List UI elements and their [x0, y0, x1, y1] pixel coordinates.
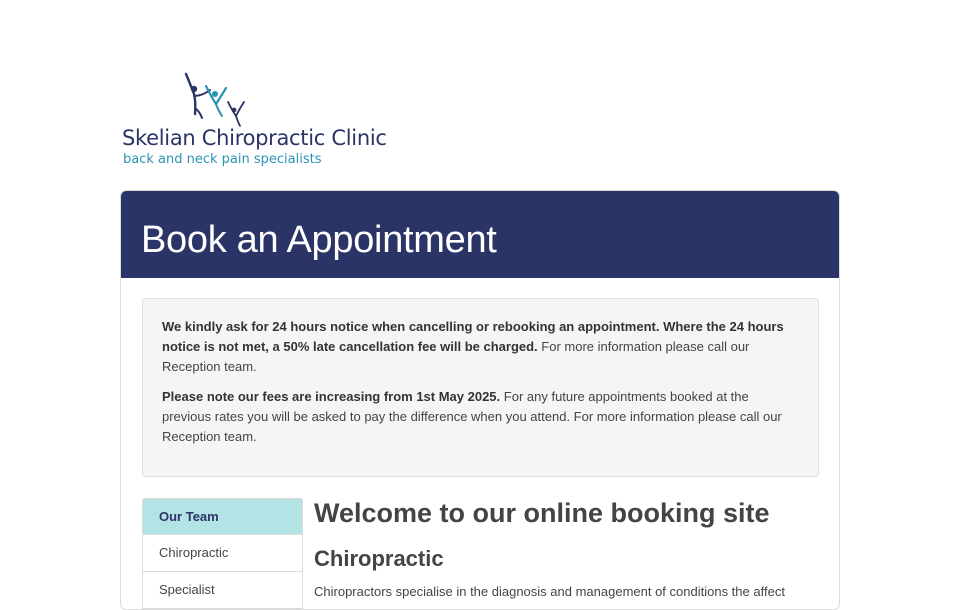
clinic-logo[interactable]: Skelian Chiropractic Clinic back and nec… — [120, 72, 387, 172]
panel-header: Book an Appointment — [121, 191, 839, 278]
booking-panel: Book an Appointment We kindly ask for 24… — [120, 190, 840, 610]
fee-increase-notice-bold: Please note our fees are increasing from… — [162, 389, 501, 404]
page-title: Book an Appointment — [141, 219, 497, 261]
nav-item-our-team[interactable]: Our Team — [142, 498, 303, 535]
section-description: Chiropractors specialise in the diagnosi… — [314, 584, 785, 599]
notice-box: We kindly ask for 24 hours notice when c… — [142, 298, 819, 477]
welcome-heading: Welcome to our online booking site — [314, 498, 770, 528]
clinic-tagline: back and neck pain specialists — [123, 152, 322, 167]
people-figures-icon — [184, 72, 245, 127]
cancellation-notice: We kindly ask for 24 hours notice when c… — [162, 317, 799, 377]
nav-item-specialist[interactable]: Specialist — [142, 572, 303, 609]
side-nav: Our Team Chiropractic Specialist — [142, 498, 303, 609]
clinic-name: Skelian Chiropractic Clinic — [122, 126, 387, 150]
section-heading: Chiropractic — [314, 546, 444, 571]
main-content: Welcome to our online booking site Chiro… — [314, 496, 824, 602]
nav-item-chiropractic[interactable]: Chiropractic — [142, 535, 303, 572]
fee-increase-notice: Please note our fees are increasing from… — [162, 387, 799, 447]
